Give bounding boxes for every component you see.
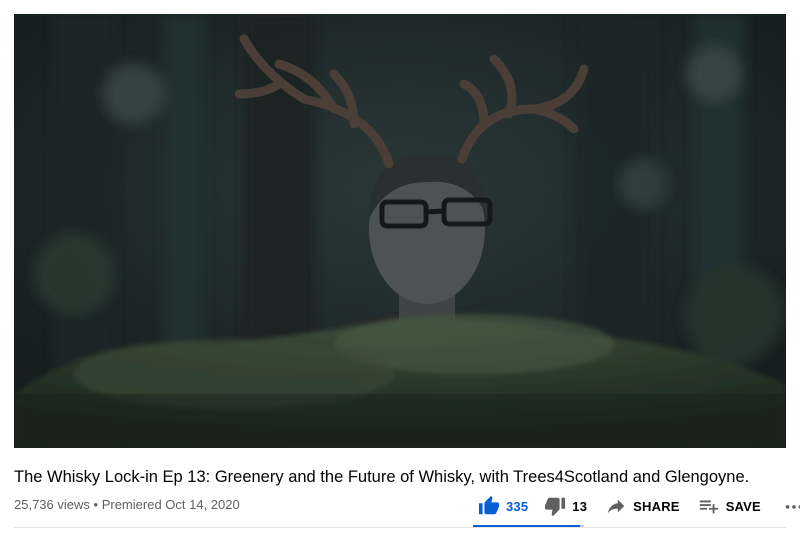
like-button[interactable]: 335 xyxy=(478,495,528,517)
share-button[interactable]: SHARE xyxy=(605,495,680,517)
video-actions: 335 13 SHARE SAVE xyxy=(478,493,800,519)
thumbs-down-icon xyxy=(544,495,566,517)
more-actions-button[interactable] xyxy=(783,495,800,517)
video-title: The Whisky Lock-in Ep 13: Greenery and t… xyxy=(14,468,750,486)
playlist-add-icon xyxy=(698,495,720,517)
meta-separator: • xyxy=(93,497,99,512)
share-label: SHARE xyxy=(633,498,680,514)
view-count: 25,736 views xyxy=(14,497,90,512)
dislike-count: 13 xyxy=(572,498,588,514)
divider xyxy=(14,527,786,528)
save-label: SAVE xyxy=(725,498,761,514)
like-count: 335 xyxy=(506,498,529,514)
save-button[interactable]: SAVE xyxy=(698,495,761,517)
video-player[interactable] xyxy=(14,14,786,448)
video-frame xyxy=(14,14,786,448)
share-arrow-icon xyxy=(605,495,627,517)
video-meta: 25,736 views • Premiered Oct 14, 2020 xyxy=(14,497,240,512)
thumbs-up-icon xyxy=(478,495,500,517)
more-horiz-icon xyxy=(783,495,800,517)
premiere-date: Premiered Oct 14, 2020 xyxy=(101,497,240,512)
dislike-button[interactable]: 13 xyxy=(544,495,587,517)
